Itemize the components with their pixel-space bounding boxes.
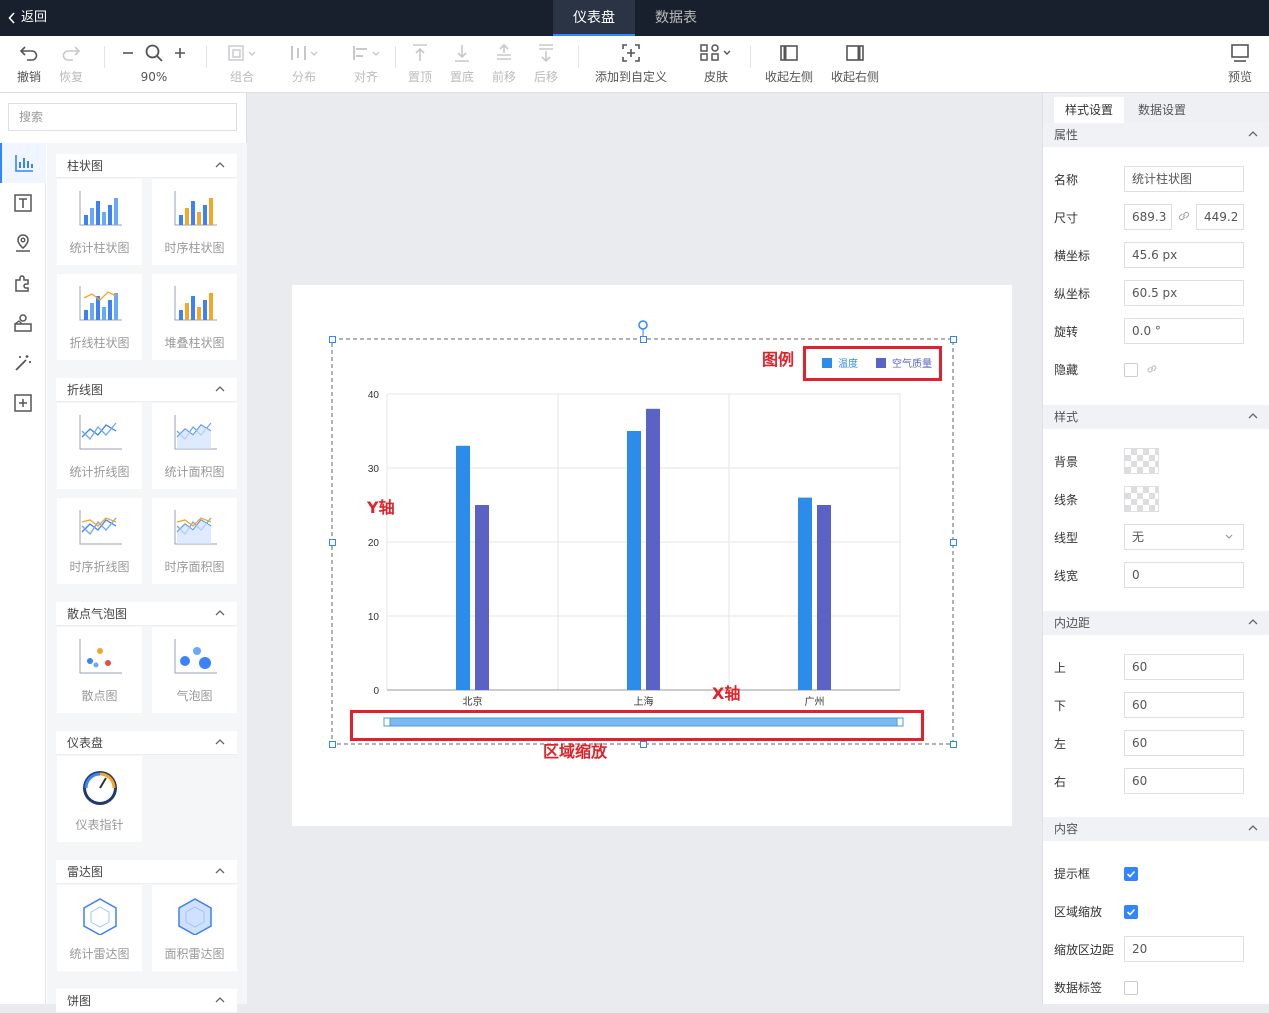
y-tick-label: 0 xyxy=(373,686,379,697)
legend-annotation-box xyxy=(803,346,942,381)
y-field[interactable]: 60.5 px xyxy=(1124,280,1244,306)
line-color-swatch[interactable] xyxy=(1124,486,1159,512)
x-field[interactable]: 45.6 px xyxy=(1124,242,1244,268)
background-color-swatch[interactable] xyxy=(1124,448,1159,474)
bar-1-0[interactable] xyxy=(475,505,489,690)
padding-top-field[interactable]: 60 xyxy=(1124,654,1244,680)
label-x: 横坐标 xyxy=(1054,249,1091,263)
label-pad-left: 左 xyxy=(1054,737,1067,751)
tooltip-checkbox[interactable] xyxy=(1124,867,1138,881)
resize-handle-tr[interactable] xyxy=(950,336,957,343)
resize-handle-bl[interactable] xyxy=(329,741,336,748)
resize-handle-l[interactable] xyxy=(329,539,336,546)
resize-handle-r[interactable] xyxy=(950,539,957,546)
chevron-up-icon xyxy=(1248,619,1258,625)
check-icon xyxy=(1126,870,1136,878)
y-tick-label: 10 xyxy=(368,612,380,623)
rotate-field[interactable]: 0.0 ° xyxy=(1124,318,1244,344)
section-style-title: 样式 xyxy=(1054,410,1079,424)
tab-style-settings[interactable]: 样式设置 xyxy=(1054,97,1124,123)
label-pad-top: 上 xyxy=(1054,661,1067,675)
label-pad-right: 右 xyxy=(1054,775,1067,789)
bar-0-0[interactable] xyxy=(456,445,470,690)
bar-0-1[interactable] xyxy=(627,431,641,690)
label-pad-bottom: 下 xyxy=(1054,699,1067,713)
zoom-annotation-box xyxy=(350,710,924,741)
hidden-checkbox[interactable] xyxy=(1124,363,1138,377)
link-icon[interactable] xyxy=(1177,209,1191,223)
height-field[interactable]: 449.2 xyxy=(1196,204,1244,230)
rotate-handle[interactable] xyxy=(638,320,648,330)
padding-right-field[interactable]: 60 xyxy=(1124,768,1244,794)
label-linewidth: 线宽 xyxy=(1054,569,1079,583)
bar-0-2[interactable] xyxy=(798,497,812,690)
label-bg: 背景 xyxy=(1054,455,1079,469)
padding-bottom-field[interactable]: 60 xyxy=(1124,692,1244,718)
label-zoom-margin: 缩放区边距 xyxy=(1054,943,1115,957)
bar-1-1[interactable] xyxy=(646,408,660,690)
right-panel: 样式设置 数据设置 属性 名称 统计柱状图 尺寸 689.3 449.2 横坐标… xyxy=(1042,93,1269,1004)
y-tick-label: 20 xyxy=(368,538,380,549)
resize-handle-b[interactable] xyxy=(640,741,647,748)
zoom-annotation: 区域缩放 xyxy=(543,742,608,761)
zoom-checkbox[interactable] xyxy=(1124,905,1138,919)
section-content-title: 内容 xyxy=(1054,822,1079,836)
x-tick-label: 北京 xyxy=(463,695,483,708)
resize-handle-t[interactable] xyxy=(640,336,647,343)
label-name: 名称 xyxy=(1054,173,1079,187)
bar-1-2[interactable] xyxy=(817,505,831,690)
x-tick-label: 广州 xyxy=(805,696,825,708)
x-tick-label: 上海 xyxy=(634,695,654,708)
y-tick-label: 30 xyxy=(368,464,380,475)
chevron-up-icon xyxy=(1248,825,1258,831)
chevron-up-icon xyxy=(1248,131,1258,137)
xaxis-annotation: X轴 xyxy=(712,684,741,703)
label-zoom: 区域缩放 xyxy=(1054,905,1103,919)
check-icon xyxy=(1126,908,1136,916)
chevron-down-icon xyxy=(1225,534,1233,539)
section-padding[interactable]: 内边距 xyxy=(1043,611,1269,635)
data-label-checkbox[interactable] xyxy=(1124,981,1138,995)
label-data-label: 数据标签 xyxy=(1054,981,1103,995)
zoom-margin-field[interactable]: 20 xyxy=(1124,936,1244,962)
resize-handle-br[interactable] xyxy=(950,741,957,748)
y-tick-label: 40 xyxy=(368,390,380,401)
linetype-select[interactable]: 无 xyxy=(1124,524,1244,550)
yaxis-annotation: Y轴 xyxy=(367,498,395,517)
linetype-value: 无 xyxy=(1132,530,1145,544)
label-rotate: 旋转 xyxy=(1054,325,1079,339)
padding-left-field[interactable]: 60 xyxy=(1124,730,1244,756)
label-size: 尺寸 xyxy=(1054,211,1079,225)
width-field[interactable]: 689.3 xyxy=(1124,204,1172,230)
legend-annotation: 图例 xyxy=(762,350,795,369)
link-icon xyxy=(1147,365,1157,373)
resize-handle-tl[interactable] xyxy=(329,336,336,343)
section-content[interactable]: 内容 xyxy=(1043,817,1269,841)
label-hidden: 隐藏 xyxy=(1054,363,1079,377)
chevron-up-icon xyxy=(1248,413,1258,419)
label-y: 纵坐标 xyxy=(1054,287,1091,301)
section-attributes-title: 属性 xyxy=(1054,128,1079,142)
label-tooltip: 提示框 xyxy=(1054,867,1091,881)
tab-data-settings[interactable]: 数据设置 xyxy=(1127,97,1197,123)
section-style[interactable]: 样式 xyxy=(1043,405,1269,429)
label-linetype: 线型 xyxy=(1054,531,1079,545)
label-line: 线条 xyxy=(1054,493,1079,507)
name-field[interactable]: 统计柱状图 xyxy=(1124,166,1244,192)
section-padding-title: 内边距 xyxy=(1054,616,1091,630)
linewidth-field[interactable]: 0 xyxy=(1124,562,1244,588)
section-attributes[interactable]: 属性 xyxy=(1043,123,1269,147)
